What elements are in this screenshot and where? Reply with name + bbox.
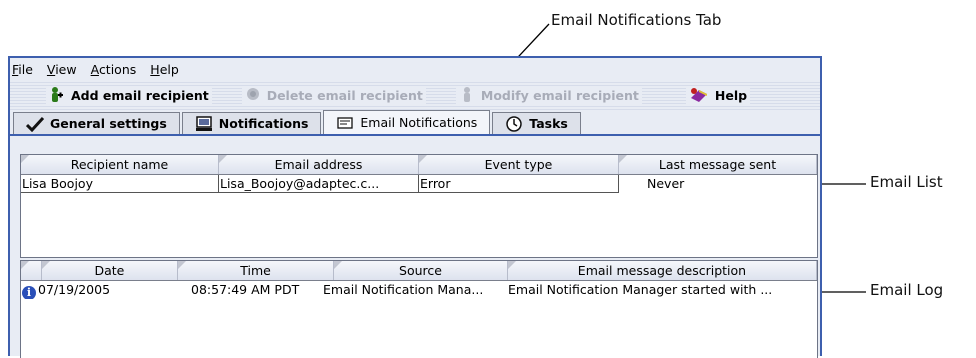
- last-message-sent-cell: Never: [647, 176, 685, 191]
- callout-email-list: Email List: [870, 173, 943, 191]
- callout-email-log: Email Log: [870, 281, 944, 299]
- time-cell: 08:57:49 AM PDT: [191, 282, 300, 297]
- tab-notifications[interactable]: Notifications: [181, 112, 322, 134]
- date-value: 07/19/2005: [38, 282, 111, 297]
- menu-bar: File View Actions Help: [10, 58, 820, 80]
- toolbar: Add email recipient Delete email recipie…: [10, 80, 820, 110]
- recipient-list-header: Recipient name Email address Event type …: [21, 155, 817, 175]
- tab-email-notifications[interactable]: Email Notifications: [323, 110, 491, 134]
- add-email-recipient-label: Add email recipient: [71, 87, 209, 103]
- column-header-time[interactable]: Time: [178, 261, 335, 280]
- delete-email-recipient-button[interactable]: Delete email recipient: [241, 86, 426, 104]
- tab-bar: General settings Notifications Email Not…: [10, 110, 820, 136]
- source-cell: Email Notification Mana...: [323, 282, 484, 297]
- column-header-email-message-description[interactable]: Email message description: [507, 261, 817, 280]
- event-type-cell: Error: [419, 175, 619, 193]
- callout-email-notifications-tab: Email Notifications Tab: [551, 11, 722, 29]
- column-header-icon[interactable]: [21, 261, 42, 280]
- tab-general-settings-label: General settings: [50, 116, 167, 131]
- column-header-email-address[interactable]: Email address: [219, 155, 419, 174]
- computer-icon: [195, 115, 213, 132]
- column-header-recipient-name[interactable]: Recipient name: [21, 155, 219, 174]
- modify-email-recipient-button[interactable]: Modify email recipient: [455, 86, 642, 104]
- email-log: Date Time Source Email message descripti…: [20, 260, 818, 358]
- help-label: Help: [714, 87, 748, 103]
- modify-email-recipient-label: Modify email recipient: [480, 87, 639, 103]
- delete-email-recipient-label: Delete email recipient: [266, 87, 423, 103]
- add-email-recipient-button[interactable]: Add email recipient: [46, 86, 212, 104]
- help-book-icon: [689, 86, 709, 104]
- app-window: File View Actions Help Add email recipie…: [8, 56, 822, 358]
- info-icon: i: [22, 286, 36, 299]
- email-message-description-cell: Email Notification Manager started with …: [508, 282, 773, 297]
- menu-help[interactable]: Help: [150, 62, 179, 77]
- tab-tasks-label: Tasks: [529, 116, 568, 131]
- menu-view[interactable]: View: [47, 62, 77, 77]
- table-row[interactable]: Lisa Boojoy Lisa_Boojoy@adaptec.c... Err…: [21, 175, 817, 193]
- menu-actions[interactable]: Actions: [91, 62, 137, 77]
- tab-notifications-label: Notifications: [218, 116, 309, 131]
- help-button[interactable]: Help: [685, 86, 751, 104]
- recipient-name-cell: Lisa Boojoy: [21, 175, 219, 193]
- table-row[interactable]: i 07/19/2005 08:57:49 AM PDT Email Notifi…: [21, 281, 817, 299]
- column-header-event-type[interactable]: Event type: [419, 155, 619, 174]
- column-header-last-message-sent[interactable]: Last message sent: [619, 155, 817, 174]
- email-recipient-list: Recipient name Email address Event type …: [20, 154, 818, 258]
- delete-person-icon: [245, 86, 261, 104]
- menu-file[interactable]: File: [12, 62, 33, 77]
- add-person-icon: [49, 86, 65, 104]
- tab-general-settings[interactable]: General settings: [13, 112, 180, 134]
- modify-person-icon: [459, 86, 475, 104]
- tab-email-notifications-label: Email Notifications: [360, 115, 478, 130]
- email-address-cell: Lisa_Boojoy@adaptec.c...: [219, 175, 419, 193]
- tab-tasks[interactable]: Tasks: [492, 112, 581, 134]
- clock-icon: [505, 115, 523, 132]
- column-header-date[interactable]: Date: [41, 261, 179, 280]
- log-header: Date Time Source Email message descripti…: [21, 261, 817, 281]
- envelope-icon: [336, 115, 354, 131]
- date-cell: i 07/19/2005: [21, 281, 177, 299]
- checkmark-icon: [25, 116, 45, 132]
- column-header-source[interactable]: Source: [334, 261, 508, 280]
